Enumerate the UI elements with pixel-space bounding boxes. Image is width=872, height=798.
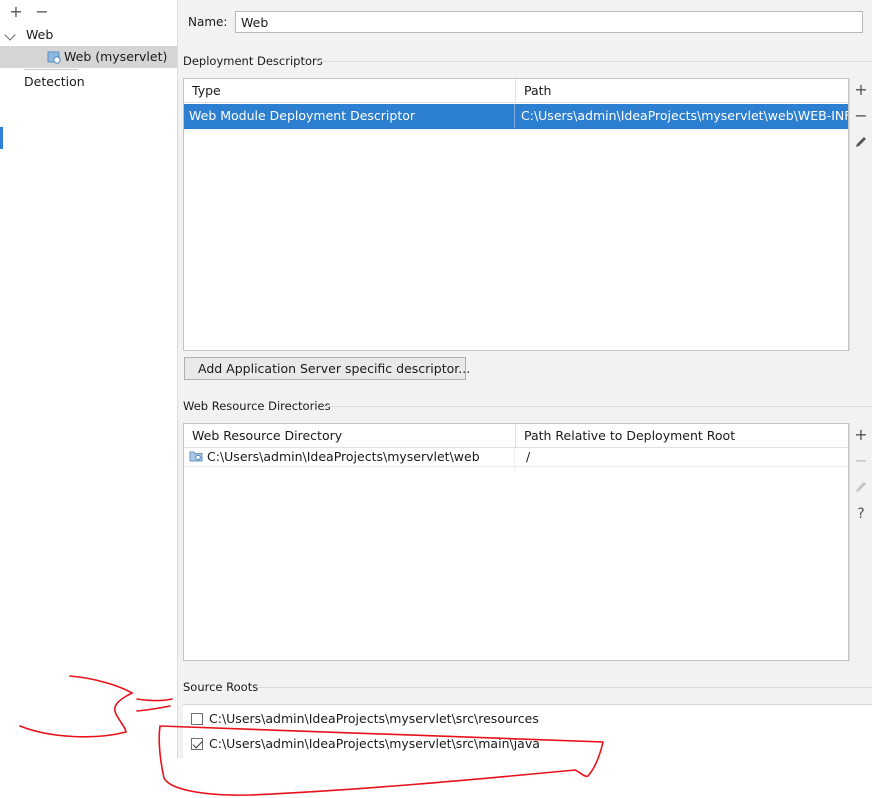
facet-tree-panel: + − Web Web (myservlet) Detection — [0, 0, 177, 758]
table-row[interactable]: C:\Users\admin\IdeaProjects\myservlet\we… — [184, 445, 848, 469]
web-folder-icon — [189, 451, 203, 462]
source-root-checkbox-java[interactable] — [191, 738, 203, 750]
tree-separator — [24, 69, 78, 70]
name-label: Name: — [188, 15, 228, 29]
add-directory-button[interactable]: + — [851, 425, 871, 445]
edit-descriptor-button[interactable] — [851, 132, 871, 152]
web-module-icon — [47, 51, 61, 64]
source-roots-list: C:\Users\admin\IdeaProjects\myservlet\sr… — [183, 704, 872, 759]
chevron-down-icon[interactable] — [4, 29, 16, 41]
source-root-label: C:\Users\admin\IdeaProjects\myservlet\sr… — [209, 736, 540, 751]
remove-directory-button[interactable]: − — [851, 451, 871, 471]
add-facet-button[interactable]: + — [7, 2, 25, 22]
descriptor-type-cell: Web Module Deployment Descriptor — [184, 104, 515, 128]
web-resource-directories-title: Web Resource Directories — [183, 399, 331, 413]
tree-item-web-myservlet[interactable]: Web (myservlet) — [0, 46, 177, 68]
edit-directory-button[interactable] — [851, 477, 871, 497]
section-separator — [318, 61, 872, 62]
deployment-descriptors-title: Deployment Descriptors — [183, 54, 323, 68]
facet-settings-panel: Name: Web Deployment Descriptors Type Pa… — [178, 0, 872, 759]
pencil-icon — [856, 137, 866, 147]
remove-facet-button[interactable]: − — [33, 2, 51, 22]
source-root-checkbox-resources[interactable] — [191, 713, 203, 725]
section-separator — [323, 406, 872, 407]
tree-item-web[interactable]: Web — [0, 24, 177, 46]
toolbar-separator — [849, 423, 850, 661]
add-server-descriptor-button[interactable]: Add Application Server specific descript… — [184, 357, 470, 380]
source-root-label: C:\Users\admin\IdeaProjects\myservlet\sr… — [209, 711, 539, 726]
help-button[interactable]: ? — [851, 504, 871, 524]
tree-item-detection[interactable]: Detection — [0, 71, 177, 93]
descriptor-path-cell: C:\Users\admin\IdeaProjects\myservlet\we… — [521, 108, 849, 123]
table-row[interactable]: Web Module Deployment Descriptor C:\User… — [184, 104, 849, 129]
name-field[interactable]: Web — [235, 11, 863, 33]
tree-item-label: Web (myservlet) — [64, 49, 168, 64]
pencil-icon — [856, 482, 866, 492]
list-item[interactable]: C:\Users\admin\IdeaProjects\myservlet\sr… — [183, 734, 872, 754]
column-header-type[interactable]: Type — [184, 79, 516, 103]
toolbar-separator — [849, 78, 850, 351]
deployment-descriptors-table: Type Path Web Module Deployment Descript… — [183, 78, 849, 351]
source-roots-title: Source Roots — [183, 680, 259, 694]
relative-path-cell: / — [526, 449, 531, 464]
list-item[interactable]: C:\Users\admin\IdeaProjects\myservlet\sr… — [183, 709, 872, 729]
tree-item-label: Detection — [24, 74, 85, 89]
web-resource-directory-cell: C:\Users\admin\IdeaProjects\myservlet\we… — [202, 445, 515, 469]
remove-descriptor-button[interactable]: − — [851, 106, 871, 126]
bottom-area — [0, 758, 872, 798]
web-resource-directories-table: Web Resource Directory Path Relative to … — [183, 423, 849, 661]
selection-indicator — [0, 127, 3, 149]
section-separator — [258, 687, 872, 688]
add-descriptor-button[interactable]: + — [851, 80, 871, 100]
tree-item-label: Web — [26, 27, 54, 42]
column-header-path[interactable]: Path — [516, 79, 848, 103]
